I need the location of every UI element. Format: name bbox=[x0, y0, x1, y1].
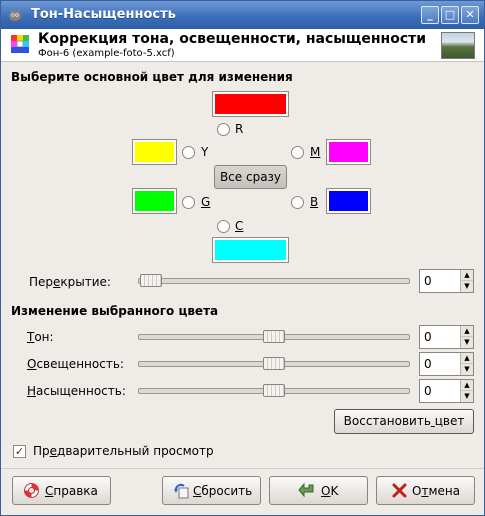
swatch-yellow[interactable] bbox=[132, 139, 177, 165]
spin-up-icon[interactable]: ▲ bbox=[461, 270, 473, 281]
gimp-app-icon[interactable] bbox=[7, 7, 23, 23]
hue-value: 0 bbox=[424, 330, 432, 344]
swatch-cyan[interactable] bbox=[212, 237, 289, 263]
overlap-spin-arrows: ▲ ▼ bbox=[460, 270, 473, 292]
preview-checkbox[interactable]: ✓ bbox=[13, 445, 26, 458]
spin-down-icon[interactable]: ▼ bbox=[461, 391, 473, 402]
swatch-red[interactable] bbox=[212, 91, 289, 117]
spin-up-icon[interactable]: ▲ bbox=[461, 353, 473, 364]
saturation-label: Насыщенность: bbox=[27, 384, 126, 398]
title-bar: Тон-Насыщенность _ □ ✕ bbox=[1, 1, 484, 29]
help-button[interactable]: Справка bbox=[12, 476, 111, 505]
spin-up-icon[interactable]: ▲ bbox=[461, 326, 473, 337]
radio-red-label: R bbox=[235, 122, 244, 136]
cancel-x-icon bbox=[392, 483, 407, 498]
radio-yellow-label: Y bbox=[201, 145, 209, 159]
overlap-slider-handle[interactable] bbox=[140, 274, 162, 287]
radio-blue-label: B bbox=[310, 195, 319, 209]
lightness-value: 0 bbox=[424, 357, 432, 371]
radio-magenta-label: M bbox=[310, 145, 321, 159]
help-button-label: Справка bbox=[45, 484, 98, 498]
spin-down-icon[interactable]: ▼ bbox=[461, 364, 473, 375]
swatch-green[interactable] bbox=[132, 188, 177, 214]
reset-button-label: Сбросить bbox=[193, 484, 253, 498]
saturation-spin-arrows: ▲ ▼ bbox=[460, 380, 473, 402]
radio-green[interactable] bbox=[182, 196, 195, 209]
layer-thumbnail bbox=[441, 32, 475, 59]
radio-yellow[interactable] bbox=[182, 146, 195, 159]
saturation-slider-handle[interactable] bbox=[263, 384, 285, 397]
maximize-button[interactable]: □ bbox=[441, 6, 459, 24]
button-bar-divider bbox=[1, 468, 484, 469]
reset-button[interactable]: Сбросить bbox=[162, 476, 261, 505]
overlap-slider-track[interactable] bbox=[138, 278, 410, 284]
radio-magenta[interactable] bbox=[291, 146, 304, 159]
hue-spin-arrows: ▲ ▼ bbox=[460, 326, 473, 348]
saturation-spinbox[interactable]: 0 ▲ ▼ bbox=[419, 379, 474, 403]
hue-saturation-tool-icon bbox=[11, 35, 29, 53]
swatch-blue[interactable] bbox=[326, 188, 371, 214]
dialog-heading: Коррекция тона, освещенности, насыщеннос… bbox=[38, 31, 427, 47]
radio-cyan[interactable] bbox=[217, 220, 230, 233]
radio-blue[interactable] bbox=[291, 196, 304, 209]
cancel-button-label: Отмена bbox=[412, 484, 461, 498]
lightness-spinbox[interactable]: 0 ▲ ▼ bbox=[419, 352, 474, 376]
hue-slider-handle[interactable] bbox=[263, 330, 285, 343]
window-title: Тон-Насыщенность bbox=[31, 7, 176, 22]
preview-label: Предварительный просмотр bbox=[33, 444, 214, 458]
adjust-section-title: Изменение выбранного цвета bbox=[11, 304, 219, 318]
close-button[interactable]: ✕ bbox=[461, 6, 479, 24]
ok-button[interactable]: OK bbox=[269, 476, 368, 505]
overlap-spinbox[interactable]: 0 ▲ ▼ bbox=[419, 269, 474, 293]
dialog-header: Коррекция тона, освещенности, насыщеннос… bbox=[1, 29, 484, 62]
spin-down-icon[interactable]: ▼ bbox=[461, 337, 473, 348]
radio-green-label: G bbox=[201, 195, 211, 209]
cancel-button[interactable]: Отмена bbox=[376, 476, 475, 505]
minimize-button[interactable]: _ bbox=[421, 6, 439, 24]
radio-red[interactable] bbox=[217, 123, 230, 136]
spin-down-icon[interactable]: ▼ bbox=[461, 281, 473, 292]
reset-arrow-icon bbox=[174, 483, 189, 499]
spin-up-icon[interactable]: ▲ bbox=[461, 380, 473, 391]
help-lifebuoy-icon bbox=[24, 483, 39, 498]
radio-cyan-label: C bbox=[235, 219, 244, 233]
all-colors-button[interactable]: Все сразу bbox=[214, 165, 287, 189]
overlap-value: 0 bbox=[424, 274, 432, 288]
lightness-slider-handle[interactable] bbox=[263, 357, 285, 370]
ok-button-label: OK bbox=[321, 484, 339, 498]
layer-name: Фон-6 (example-foto-5.xcf) bbox=[38, 48, 175, 59]
ok-arrow-icon bbox=[298, 482, 314, 498]
lightness-spin-arrows: ▲ ▼ bbox=[460, 353, 473, 375]
saturation-value: 0 bbox=[424, 384, 432, 398]
hue-label: Тон: bbox=[27, 330, 54, 344]
restore-color-button[interactable]: Восстановить цвет bbox=[334, 409, 474, 434]
swatch-magenta[interactable] bbox=[326, 139, 371, 165]
lightness-label: Освещенность: bbox=[27, 357, 124, 371]
hue-spinbox[interactable]: 0 ▲ ▼ bbox=[419, 325, 474, 349]
hue-saturation-dialog: Тон-Насыщенность _ □ ✕ Коррекция тона, о… bbox=[0, 0, 485, 516]
primary-color-section-title: Выберите основной цвет для изменения bbox=[11, 70, 293, 84]
overlap-label: Перекрытие: bbox=[29, 275, 111, 289]
